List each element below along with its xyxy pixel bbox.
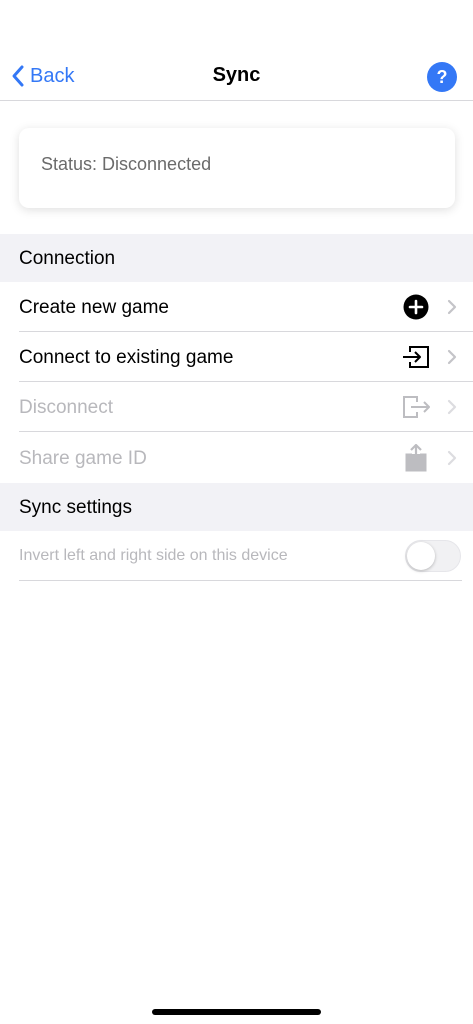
row-label: Disconnect [19, 397, 113, 418]
status-card: Status: Disconnected [19, 128, 455, 208]
chevron-right-icon [447, 450, 457, 466]
page-title: Sync [212, 64, 261, 86]
status-text: Status: Disconnected [41, 154, 212, 174]
section-header-connection: Connection [0, 234, 473, 282]
row-label: Share game ID [19, 448, 147, 469]
chevron-right-icon [447, 349, 457, 365]
create-new-game-row[interactable]: Create new game [0, 282, 473, 332]
row-label: Create new game [19, 297, 169, 318]
divider [19, 580, 462, 581]
share-icon [401, 444, 431, 472]
row-label: Connect to existing game [19, 347, 234, 368]
navigation-bar: Back Sync ? [0, 50, 473, 101]
divider [19, 431, 473, 432]
section-title: Sync settings [19, 497, 132, 518]
section-title: Connection [19, 248, 116, 269]
invert-sides-label: Invert left and right side on this devic… [19, 547, 288, 564]
help-button[interactable]: ? [427, 62, 457, 92]
toggle-knob [407, 542, 435, 570]
chevron-right-icon [447, 299, 457, 315]
sync-screen: Back Sync ? Status: Disconnected Connect… [0, 0, 473, 1024]
invert-sides-toggle[interactable] [405, 540, 461, 572]
connect-existing-game-row[interactable]: Connect to existing game [0, 332, 473, 382]
sign-in-icon [401, 343, 431, 371]
disconnect-row[interactable]: Disconnect [0, 382, 473, 432]
section-header-sync-settings: Sync settings [0, 483, 473, 531]
sign-out-icon [401, 393, 431, 421]
chevron-right-icon [447, 399, 457, 415]
invert-sides-row: Invert left and right side on this devic… [0, 531, 473, 581]
plus-circle-icon [401, 293, 431, 321]
home-indicator[interactable] [152, 1009, 321, 1015]
share-game-id-row[interactable]: Share game ID [0, 433, 473, 483]
